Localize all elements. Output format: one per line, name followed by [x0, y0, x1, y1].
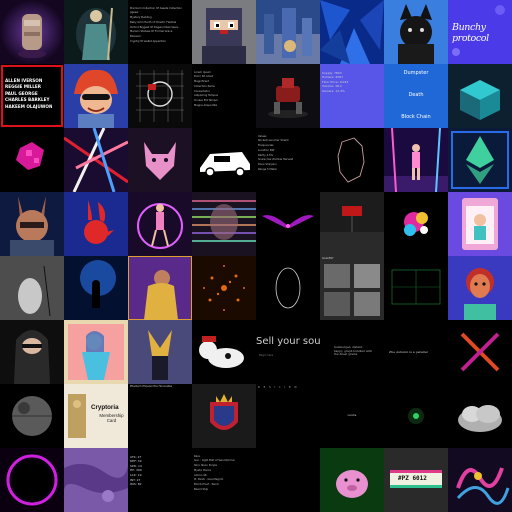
tile-philosophical-paragraph[interactable]: Submerged, distant, happy, graph bundled… — [320, 320, 384, 384]
listing-items: Lorem Ipsum Dolor Sit Amet Magnificent Coll… — [194, 70, 219, 107]
tile-red-mech-robot[interactable] — [256, 64, 320, 128]
tile-silver-cloud-sculpture[interactable] — [448, 384, 512, 448]
tile-pink-pig-blob[interactable] — [320, 448, 384, 512]
tile-fox-mask-character[interactable] — [128, 320, 192, 384]
tile-neon-dancer-stage[interactable] — [384, 128, 448, 192]
tile-stats-card-purple[interactable]: Supply: 7843 Holders: 4567 Floor Price: 0.… — [320, 64, 384, 128]
tile-small-center-label[interactable]: Landia — [320, 384, 384, 448]
tile-neon-ring-portal[interactable] — [0, 448, 64, 512]
tile-armored-rabbit[interactable] — [0, 192, 64, 256]
tile-teal-chest[interactable] — [448, 64, 512, 128]
tile-orange-particle-burst[interactable] — [192, 256, 256, 320]
tile-black-empty-card-title[interactable]: Phantom Phoenix the Honorable — [128, 384, 192, 448]
tile-blue-figure-ocean[interactable] — [64, 256, 128, 320]
tile-sentence-card[interactable]: Zhe Autumn is a parallel — [384, 320, 448, 384]
card-caption: Phantom Phoenix the Honorable — [130, 385, 172, 388]
tile-death-star-sphere[interactable] — [0, 384, 64, 448]
tile-sell-your-soul[interactable]: Sell your soul Begin here — [256, 320, 320, 384]
tile-hooded-ninja[interactable] — [0, 320, 64, 384]
tile-grid-network-logo[interactable] — [128, 64, 192, 128]
center-label: Landia — [347, 414, 357, 417]
cryptoria-title: Cryptoria — [91, 404, 119, 411]
sentence-text: Zhe Autumn is a parallel — [389, 350, 428, 354]
listing-text: Premium Collection Of Assets Collection J… — [130, 6, 182, 43]
tile-cryptoria-membership[interactable]: Cryptoria Membership Card — [64, 384, 128, 448]
paragraph-text: Submerged, distant, happy, graph bundled… — [334, 346, 372, 357]
tile-pixel-ninja[interactable] — [192, 0, 256, 64]
tile-spaced-label-card[interactable]: R E S I L I E N — [256, 384, 320, 448]
tile-gallery-collage[interactable]: GALLERY — [320, 256, 384, 320]
dumpster-label: Dumpster — [403, 70, 429, 76]
tile-glitch-portrait[interactable] — [192, 192, 256, 256]
tile-neon-lines-abstract[interactable] — [64, 128, 128, 192]
character-stats: ATK: 27 DEF: 39 SPD: 14 HP: 360 LCK: 19 INT: … — [130, 454, 142, 487]
tile-text-listing-card[interactable]: Premium Collection Of Assets Collection J… — [128, 0, 192, 64]
tile-names-card[interactable]: ALLEN IVERSON REGGIE MILLER PAUL GEORGE CHA… — [0, 64, 64, 128]
tile-white-figure-mist[interactable] — [0, 256, 64, 320]
tile-neon-ring-dancer[interactable] — [128, 192, 192, 256]
tile-black-dog-portrait[interactable] — [384, 0, 448, 64]
tile-wizard-warrior[interactable] — [64, 0, 128, 64]
tile-robot-tea-kettle[interactable] — [0, 0, 64, 64]
tile-tribal-warrior[interactable] — [448, 256, 512, 320]
tile-traits-list[interactable]: Rare Gun : Light Bolt of Sword/Armor Skin:… — [192, 448, 256, 512]
tile-green-orb-particles[interactable] — [384, 384, 448, 448]
sell-your-soul-heading: Sell your soul — [256, 336, 320, 347]
tile-cartoon-cow-hat[interactable] — [192, 320, 256, 384]
tile-pink-toy-box[interactable] — [448, 192, 512, 256]
player-names: ALLEN IVERSON REGGIE MILLER PAUL GEORGE CHA… — [5, 77, 53, 109]
tile-magenta-floral-glitch[interactable] — [0, 128, 64, 192]
tile-text-listing-black[interactable]: Lorem Ipsum Dolor Sit Amet Magnificent Coll… — [192, 64, 256, 128]
tile-green-grid-outline[interactable] — [384, 256, 448, 320]
tile-crowned-shield-emblem[interactable] — [192, 384, 256, 448]
tile-colorful-glitch-flower[interactable] — [384, 192, 448, 256]
tile-bunchy-protocol[interactable]: Bunchy protocol — [448, 0, 512, 64]
tile-anime-girl-framed[interactable] — [64, 320, 128, 384]
tile-neon-x-glow[interactable] — [448, 320, 512, 384]
tile-purple-texture-map[interactable] — [64, 448, 128, 512]
tile-stats-list-dark[interactable]: ATK: 27 DEF: 39 SPD: 14 HP: 360 LCK: 19 INT: … — [128, 448, 192, 512]
collection-stats: Supply: 7843 Holders: 4567 Floor Price: 0.… — [322, 70, 349, 93]
plate-number: #PZ 6012 — [398, 475, 427, 482]
tile-abstract-fluid-colors[interactable] — [448, 448, 512, 512]
tile-purple-comic-woman[interactable] — [128, 256, 192, 320]
tile-thin-ring-outline[interactable] — [256, 256, 320, 320]
tile-red-logo-dark-room[interactable] — [320, 192, 384, 256]
tile-dumpster-death[interactable]: Dumpster Death Block Chain — [384, 64, 448, 128]
block-chain-label: Block Chain — [401, 114, 431, 120]
tile-playboy-rabbit[interactable] — [64, 192, 128, 256]
nft-gallery-grid: Premium Collection Of Assets Collection J… — [0, 0, 512, 512]
tile-red-hair-elf[interactable] — [64, 64, 128, 128]
tile-pink-wolf-logo[interactable] — [128, 128, 192, 192]
tile-ethereum-logo[interactable] — [448, 128, 512, 192]
death-label: Death — [408, 92, 424, 98]
tile-race-car-logo[interactable] — [192, 128, 256, 192]
tile-blue-abstract-shards[interactable] — [320, 0, 384, 64]
tile-neon-wings[interactable] — [256, 192, 320, 256]
tile-black-empty[interactable] — [256, 448, 320, 512]
gallery-label: GALLERY — [322, 257, 334, 260]
tile-line-outline-map[interactable] — [320, 128, 384, 192]
tile-properties-list[interactable]: Values Rocket Launcher Shield Frequencies L… — [256, 128, 320, 192]
tile-robot-city-painting[interactable] — [256, 0, 320, 64]
begin-here-link[interactable]: Begin here — [259, 354, 273, 357]
spaced-label: R E S I L I E N — [258, 386, 298, 389]
bunchy-protocol-title: Bunchy protocol — [452, 22, 489, 44]
properties-text: Values Rocket Launcher Shield Frequencies L… — [258, 134, 294, 171]
traits-text: Rare Gun : Light Bolt of Sword/Armor Skin:… — [194, 454, 236, 491]
tile-retro-plate[interactable]: #PZ 6012 — [384, 448, 448, 512]
membership-card-label: Membership Card — [99, 413, 124, 423]
